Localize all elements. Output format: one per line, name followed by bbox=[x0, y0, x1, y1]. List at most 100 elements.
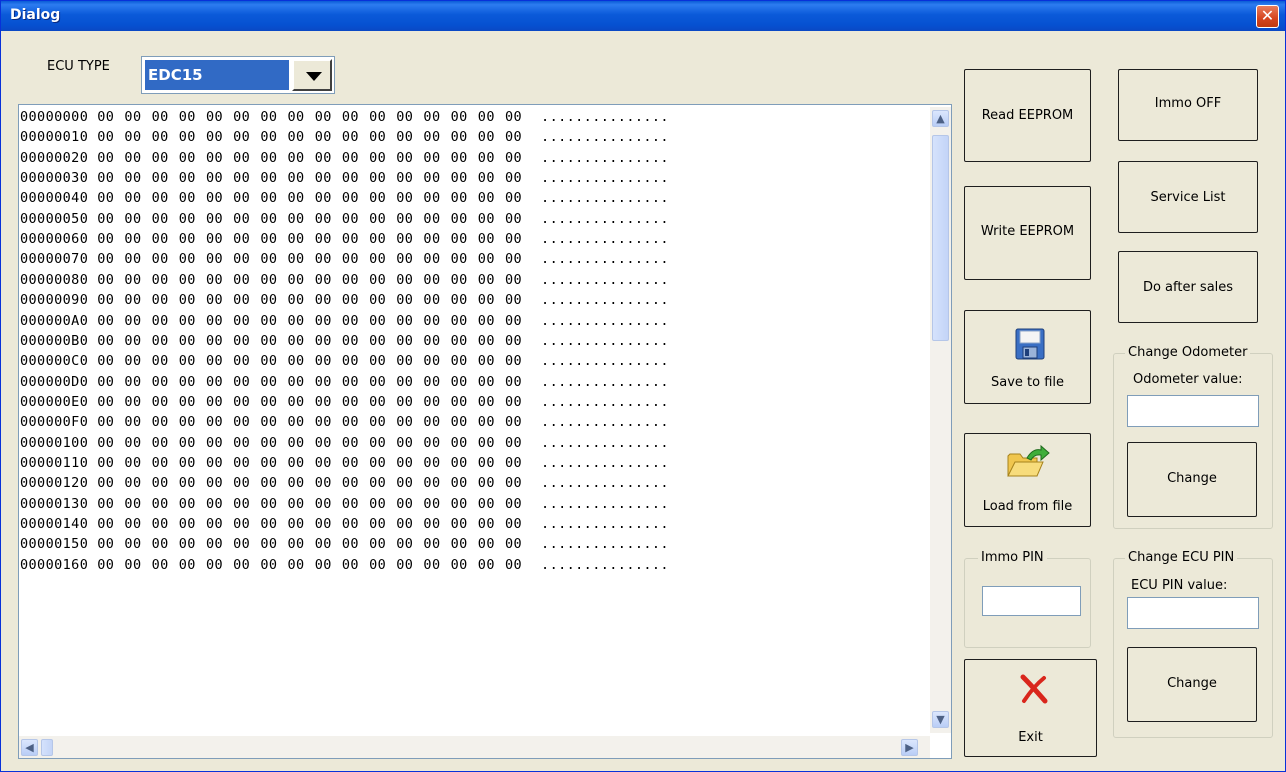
hex-row-bytes: 00 00 00 00 00 00 00 00 00 00 00 00 00 0… bbox=[97, 434, 523, 451]
ecu-type-dropdown[interactable]: EDC15 bbox=[141, 56, 335, 94]
scroll-left-button[interactable]: ◀ bbox=[21, 739, 38, 756]
immo-off-button[interactable]: Immo OFF bbox=[1118, 69, 1258, 141]
hex-row-address: 00000020 bbox=[20, 149, 89, 166]
service-list-label: Service List bbox=[1150, 190, 1226, 205]
change-ecu-pin-group: Change ECU PIN ECU PIN value: Change bbox=[1113, 550, 1273, 738]
hex-row[interactable]: 00000120 00 00 00 00 00 00 00 00 00 00 00… bbox=[20, 475, 669, 495]
hex-row-bytes: 00 00 00 00 00 00 00 00 00 00 00 00 00 0… bbox=[97, 393, 523, 410]
hex-row[interactable]: 00000100 00 00 00 00 00 00 00 00 00 00 00… bbox=[20, 435, 669, 455]
hex-row[interactable]: 00000090 00 00 00 00 00 00 00 00 00 00 00… bbox=[20, 292, 669, 312]
hex-row-address: 00000060 bbox=[20, 231, 89, 248]
close-icon: ✕ bbox=[1260, 6, 1275, 25]
read-eeprom-button[interactable]: Read EEPROM bbox=[964, 69, 1091, 162]
horizontal-scrollbar[interactable]: ◀ ▶ bbox=[19, 736, 930, 758]
hex-row-ascii: ............... bbox=[541, 414, 669, 431]
change-ecu-pin-label: Change bbox=[1167, 676, 1217, 691]
odometer-value-label: Odometer value: bbox=[1133, 372, 1243, 387]
hex-row[interactable]: 00000160 00 00 00 00 00 00 00 00 00 00 00… bbox=[20, 557, 669, 577]
hex-row[interactable]: 00000080 00 00 00 00 00 00 00 00 00 00 00… bbox=[20, 272, 669, 292]
red-x-icon bbox=[1018, 674, 1050, 704]
vertical-scroll-thumb[interactable] bbox=[932, 135, 949, 341]
hex-row-bytes: 00 00 00 00 00 00 00 00 00 00 00 00 00 0… bbox=[97, 475, 523, 492]
hex-row-bytes: 00 00 00 00 00 00 00 00 00 00 00 00 00 0… bbox=[97, 251, 523, 268]
hex-row-bytes: 00 00 00 00 00 00 00 00 00 00 00 00 00 0… bbox=[97, 495, 523, 512]
scroll-right-button[interactable]: ▶ bbox=[901, 739, 918, 756]
close-button[interactable]: ✕ bbox=[1256, 5, 1279, 28]
hex-row-address: 00000090 bbox=[20, 292, 89, 309]
vertical-scrollbar[interactable]: ▲ ▼ bbox=[930, 107, 951, 733]
hex-row-ascii: ............... bbox=[541, 170, 669, 187]
immo-pin-field[interactable] bbox=[982, 586, 1081, 616]
exit-button[interactable]: Exit bbox=[964, 659, 1097, 757]
horizontal-scroll-thumb[interactable] bbox=[41, 739, 53, 756]
hex-row-address: 000000F0 bbox=[20, 414, 89, 431]
hex-row-address: 00000000 bbox=[20, 109, 89, 125]
hex-row-address: 000000B0 bbox=[20, 332, 89, 349]
service-list-button[interactable]: Service List bbox=[1118, 161, 1258, 233]
ecu-type-selected: EDC15 bbox=[145, 60, 289, 90]
scroll-up-button[interactable]: ▲ bbox=[932, 110, 949, 127]
title-bar[interactable]: Dialog ✕ bbox=[1, 1, 1285, 31]
hex-row-ascii: ............... bbox=[541, 332, 669, 349]
hex-row-bytes: 00 00 00 00 00 00 00 00 00 00 00 00 00 0… bbox=[97, 149, 523, 166]
exit-label: Exit bbox=[1018, 730, 1043, 745]
hex-row-bytes: 00 00 00 00 00 00 00 00 00 00 00 00 00 0… bbox=[97, 353, 523, 370]
hex-row[interactable]: 000000C0 00 00 00 00 00 00 00 00 00 00 00… bbox=[20, 353, 669, 373]
hex-row[interactable]: 000000D0 00 00 00 00 00 00 00 00 00 00 00… bbox=[20, 374, 669, 394]
hex-row-bytes: 00 00 00 00 00 00 00 00 00 00 00 00 00 0… bbox=[97, 414, 523, 431]
hex-view[interactable]: 00000000 00 00 00 00 00 00 00 00 00 00 00… bbox=[18, 104, 952, 759]
change-odometer-group: Change Odometer Odometer value: Change bbox=[1113, 345, 1273, 529]
do-after-sales-button[interactable]: Do after sales bbox=[1118, 251, 1258, 323]
hex-row[interactable]: 00000010 00 00 00 00 00 00 00 00 00 00 00… bbox=[20, 129, 669, 149]
hex-row[interactable]: 00000150 00 00 00 00 00 00 00 00 00 00 00… bbox=[20, 536, 669, 556]
hex-row[interactable]: 00000070 00 00 00 00 00 00 00 00 00 00 00… bbox=[20, 251, 669, 271]
save-to-file-label: Save to file bbox=[990, 375, 1065, 390]
hex-row-ascii: ............... bbox=[541, 434, 669, 451]
hex-row[interactable]: 00000060 00 00 00 00 00 00 00 00 00 00 00… bbox=[20, 231, 669, 251]
odometer-value-field[interactable] bbox=[1127, 395, 1259, 427]
hex-row-bytes: 00 00 00 00 00 00 00 00 00 00 00 00 00 0… bbox=[97, 271, 523, 288]
immo-pin-title: Immo PIN bbox=[978, 550, 1047, 565]
read-eeprom-label: Read EEPROM bbox=[981, 108, 1074, 123]
hex-row-ascii: ............... bbox=[541, 271, 669, 288]
write-eeprom-label: Write EEPROM bbox=[980, 224, 1075, 239]
hex-row-address: 00000120 bbox=[20, 475, 89, 492]
hex-row-ascii: ............... bbox=[541, 454, 669, 471]
ecu-pin-value-field[interactable] bbox=[1127, 597, 1259, 629]
hex-row[interactable]: 00000000 00 00 00 00 00 00 00 00 00 00 00… bbox=[20, 109, 669, 129]
hex-row-bytes: 00 00 00 00 00 00 00 00 00 00 00 00 00 0… bbox=[97, 170, 523, 187]
hex-row-ascii: ............... bbox=[541, 231, 669, 248]
hex-row[interactable]: 00000020 00 00 00 00 00 00 00 00 00 00 00… bbox=[20, 150, 669, 170]
change-ecu-pin-title: Change ECU PIN bbox=[1125, 550, 1238, 565]
hex-row[interactable]: 00000050 00 00 00 00 00 00 00 00 00 00 00… bbox=[20, 211, 669, 231]
hex-row-bytes: 00 00 00 00 00 00 00 00 00 00 00 00 00 0… bbox=[97, 210, 523, 227]
immo-off-label: Immo OFF bbox=[1154, 96, 1222, 111]
hex-row-ascii: ............... bbox=[541, 292, 669, 309]
hex-row[interactable]: 00000030 00 00 00 00 00 00 00 00 00 00 00… bbox=[20, 170, 669, 190]
hex-row[interactable]: 000000A0 00 00 00 00 00 00 00 00 00 00 00… bbox=[20, 313, 669, 333]
save-to-file-button[interactable]: Save to file bbox=[964, 310, 1091, 404]
write-eeprom-button[interactable]: Write EEPROM bbox=[964, 186, 1091, 280]
hex-row-address: 00000150 bbox=[20, 536, 89, 553]
hex-row[interactable]: 000000B0 00 00 00 00 00 00 00 00 00 00 00… bbox=[20, 333, 669, 353]
hex-row-ascii: ............... bbox=[541, 129, 669, 146]
hex-row[interactable]: 00000040 00 00 00 00 00 00 00 00 00 00 00… bbox=[20, 190, 669, 210]
hex-row-address: 00000030 bbox=[20, 170, 89, 187]
load-from-file-button[interactable]: Load from file bbox=[964, 433, 1091, 527]
hex-row-ascii: ............... bbox=[541, 536, 669, 553]
hex-row-ascii: ............... bbox=[541, 190, 669, 207]
hex-row-ascii: ............... bbox=[541, 210, 669, 227]
hex-row-address: 00000160 bbox=[20, 556, 89, 573]
hex-row-bytes: 00 00 00 00 00 00 00 00 00 00 00 00 00 0… bbox=[97, 190, 523, 207]
hex-row[interactable]: 00000110 00 00 00 00 00 00 00 00 00 00 00… bbox=[20, 455, 669, 475]
hex-row[interactable]: 00000130 00 00 00 00 00 00 00 00 00 00 00… bbox=[20, 496, 669, 516]
dropdown-button[interactable] bbox=[292, 59, 332, 91]
immo-pin-group: Immo PIN bbox=[964, 550, 1091, 648]
hex-row[interactable]: 000000F0 00 00 00 00 00 00 00 00 00 00 00… bbox=[20, 414, 669, 434]
hex-row-bytes: 00 00 00 00 00 00 00 00 00 00 00 00 00 0… bbox=[97, 312, 523, 329]
hex-row[interactable]: 00000140 00 00 00 00 00 00 00 00 00 00 00… bbox=[20, 516, 669, 536]
hex-row[interactable]: 000000E0 00 00 00 00 00 00 00 00 00 00 00… bbox=[20, 394, 669, 414]
change-odometer-button[interactable]: Change bbox=[1127, 442, 1257, 517]
change-ecu-pin-button[interactable]: Change bbox=[1127, 647, 1257, 722]
scroll-down-button[interactable]: ▼ bbox=[932, 711, 949, 728]
